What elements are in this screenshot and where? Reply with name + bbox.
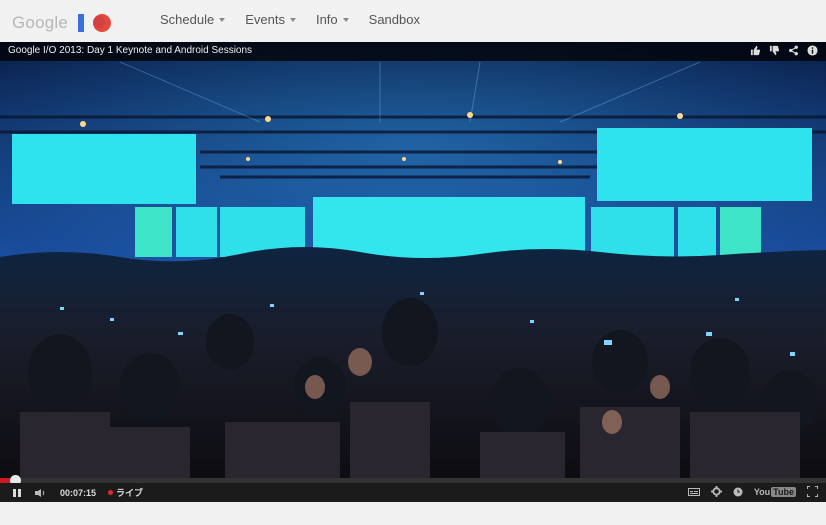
video-title[interactable]: Google I/O 2013: Day 1 Keynote and Andro… bbox=[8, 45, 252, 56]
info-icon[interactable] bbox=[807, 45, 818, 56]
thumbs-down-icon[interactable] bbox=[769, 45, 780, 56]
nav-schedule[interactable]: Schedule bbox=[160, 12, 226, 27]
youtube-logo-you: You bbox=[753, 486, 771, 497]
live-label: ライブ bbox=[116, 488, 144, 498]
nav-info-label: Info bbox=[315, 12, 338, 27]
youtube-logo-tube: Tube bbox=[771, 486, 796, 497]
nav-sandbox[interactable]: Sandbox bbox=[369, 12, 420, 27]
captions-icon[interactable] bbox=[687, 487, 700, 497]
share-icon[interactable] bbox=[788, 45, 799, 56]
nav-events-label: Events bbox=[245, 12, 285, 27]
video-title-bar: Google I/O 2013: Day 1 Keynote and Andro… bbox=[0, 42, 826, 61]
player-controls: 00:07:15 ライブ You Tube bbox=[0, 483, 826, 502]
watch-later-icon[interactable] bbox=[733, 487, 743, 497]
video-frame[interactable] bbox=[0, 42, 826, 482]
caret-down-icon bbox=[219, 18, 226, 22]
title-actions bbox=[750, 45, 818, 56]
controls-left: 00:07:15 ライブ bbox=[12, 486, 143, 499]
current-time: 00:07:15 bbox=[60, 487, 97, 498]
caret-down-icon bbox=[289, 18, 296, 22]
thumbs-up-icon[interactable] bbox=[750, 45, 761, 56]
live-indicator[interactable]: ライブ bbox=[108, 486, 143, 499]
nav-sandbox-label: Sandbox bbox=[368, 12, 420, 27]
nav-info[interactable]: Info bbox=[316, 12, 349, 27]
top-navigation-bar: Google Schedule Events Info Sandbox bbox=[0, 0, 826, 42]
pause-icon[interactable] bbox=[12, 488, 22, 498]
volume-icon[interactable] bbox=[34, 488, 48, 498]
video-player[interactable]: Google I/O 2013: Day 1 Keynote and Andro… bbox=[0, 42, 826, 502]
settings-icon[interactable] bbox=[710, 486, 722, 497]
nav-events[interactable]: Events bbox=[245, 12, 296, 27]
logo-text: Google bbox=[12, 13, 69, 32]
controls-right: You Tube bbox=[687, 486, 818, 497]
fullscreen-icon[interactable] bbox=[807, 486, 818, 497]
google-io-logo[interactable]: Google bbox=[12, 10, 114, 36]
caret-down-icon bbox=[342, 18, 349, 22]
nav-schedule-label: Schedule bbox=[160, 12, 215, 27]
io-logo-icon bbox=[74, 12, 114, 34]
youtube-logo[interactable]: You Tube bbox=[753, 486, 796, 497]
main-nav: Schedule Events Info Sandbox bbox=[160, 12, 420, 27]
live-dot-icon bbox=[108, 490, 114, 495]
